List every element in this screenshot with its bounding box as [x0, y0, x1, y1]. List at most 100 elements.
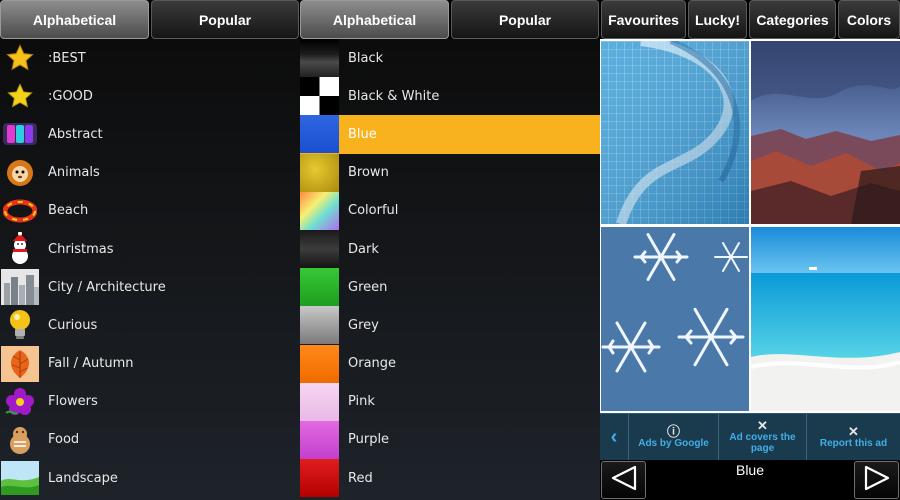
category-item-city[interactable]: City / Architecture [0, 268, 300, 306]
close-icon: ✕ [757, 418, 768, 433]
ad-banner: ‹ ⓘ Ads by Google ✕ Ad covers the page ✕… [600, 413, 900, 460]
color-label: Black [348, 50, 384, 66]
tab-popular-colors[interactable]: Popular [451, 0, 599, 39]
info-icon: ⓘ [666, 423, 680, 439]
category-item-good[interactable]: :GOOD [0, 77, 300, 115]
color-item-black[interactable]: Black [300, 39, 600, 78]
category-item-best[interactable]: :BEST [0, 39, 300, 77]
color-item-brown[interactable]: Brown [300, 153, 600, 192]
tab-colors[interactable]: Colors [838, 0, 900, 39]
wallpaper-thumb-pool[interactable] [601, 41, 749, 224]
color-item-colorful[interactable]: Colorful [300, 191, 600, 230]
color-label: Green [348, 279, 388, 295]
category-list[interactable]: :BEST :GOOD Abstract Animals Beach Chris… [0, 39, 300, 500]
current-color-label: Blue [735, 462, 765, 478]
tab-categories[interactable]: Categories [749, 0, 836, 39]
category-label: Curious [48, 317, 98, 333]
beach-icon [0, 192, 40, 230]
category-label: Beach [48, 203, 89, 219]
color-label: Blue [348, 126, 377, 142]
color-item-blue[interactable]: Blue [300, 115, 600, 154]
color-item-grey[interactable]: Grey [300, 306, 600, 345]
color-swatch [300, 420, 339, 459]
category-item-landscape[interactable]: Landscape [0, 459, 300, 497]
ads-by-google-button[interactable]: ⓘ Ads by Google [628, 414, 718, 460]
color-swatch [300, 344, 339, 383]
color-label: Red [348, 470, 373, 486]
city-icon [0, 268, 40, 306]
color-item-pink[interactable]: Pink [300, 382, 600, 421]
color-swatch [300, 191, 339, 230]
abstract-icon [0, 115, 40, 153]
color-label: Brown [348, 165, 389, 181]
ad-collapse-button[interactable]: ‹ [600, 414, 628, 460]
flower-icon [0, 383, 40, 421]
color-swatch [300, 382, 339, 421]
category-label: Food [48, 432, 80, 448]
color-label: Dark [348, 241, 379, 257]
ad-covers-page-button[interactable]: ✕ Ad covers the page [718, 414, 806, 460]
category-item-curious[interactable]: Curious [0, 306, 300, 344]
wallpaper-grid [600, 39, 900, 413]
star-icon [0, 77, 40, 115]
category-item-beach[interactable]: Beach [0, 192, 300, 230]
next-button[interactable] [854, 461, 899, 499]
wallpaper-thumb-snowflakes[interactable] [601, 227, 749, 411]
category-item-abstract[interactable]: Abstract [0, 115, 300, 153]
report-ad-button[interactable]: ✕ Report this ad [806, 414, 900, 460]
color-swatch [300, 306, 339, 345]
category-item-fall[interactable]: Fall / Autumn [0, 345, 300, 383]
bottom-nav: Blue [600, 460, 900, 500]
color-label: Purple [348, 432, 390, 448]
color-swatch [300, 230, 339, 269]
color-item-green[interactable]: Green [300, 268, 600, 307]
color-label: Pink [348, 394, 375, 410]
color-swatch [300, 115, 339, 154]
category-label: Flowers [48, 394, 98, 410]
ads-by-google-label: Ads by Google [638, 437, 709, 449]
category-label: Landscape [48, 470, 118, 486]
ad-covers-page-label: Ad covers the page [729, 432, 796, 454]
close-icon: ✕ [848, 423, 859, 439]
lightbulb-icon [0, 306, 40, 344]
chevron-left-icon: ‹ [610, 425, 618, 448]
triangle-left-icon [610, 465, 638, 495]
color-item-black-white[interactable]: Black & White [300, 77, 600, 116]
tab-alphabetical-categories[interactable]: Alphabetical [0, 0, 149, 39]
category-item-christmas[interactable]: Christmas [0, 230, 300, 268]
wallpaper-thumb-beach[interactable] [751, 227, 900, 411]
food-icon [0, 421, 40, 459]
wallpaper-thumb-canyon[interactable] [751, 41, 900, 224]
category-label: Christmas [48, 241, 114, 257]
color-swatch [300, 459, 339, 498]
color-list[interactable]: Black Black & White Blue Brown Colorful … [300, 39, 600, 500]
tab-lucky[interactable]: Lucky! [688, 0, 747, 39]
category-label: City / Architecture [48, 279, 166, 295]
color-label: Orange [348, 356, 397, 372]
snowman-icon [0, 230, 40, 268]
animal-icon [0, 154, 40, 192]
tab-favourites[interactable]: Favourites [601, 0, 686, 39]
leaf-icon [0, 345, 40, 383]
category-label: :BEST [48, 50, 86, 66]
color-item-dark[interactable]: Dark [300, 230, 600, 269]
triangle-right-icon [863, 465, 891, 495]
color-swatch [300, 39, 339, 78]
category-item-animals[interactable]: Animals [0, 154, 300, 192]
color-label: Grey [348, 317, 379, 333]
category-item-flowers[interactable]: Flowers [0, 383, 300, 421]
category-label: Fall / Autumn [48, 356, 134, 372]
tab-popular-categories[interactable]: Popular [151, 0, 299, 39]
category-label: Abstract [48, 126, 103, 142]
tab-alphabetical-colors[interactable]: Alphabetical [300, 0, 449, 39]
color-item-orange[interactable]: Orange [300, 344, 600, 383]
color-swatch [300, 268, 339, 307]
color-item-red[interactable]: Red [300, 459, 600, 498]
landscape-icon [0, 459, 40, 497]
color-swatch [300, 77, 339, 116]
color-swatch [300, 153, 339, 192]
category-item-food[interactable]: Food [0, 421, 300, 459]
category-label: :GOOD [48, 88, 93, 104]
previous-button[interactable] [601, 461, 646, 499]
color-item-purple[interactable]: Purple [300, 420, 600, 459]
